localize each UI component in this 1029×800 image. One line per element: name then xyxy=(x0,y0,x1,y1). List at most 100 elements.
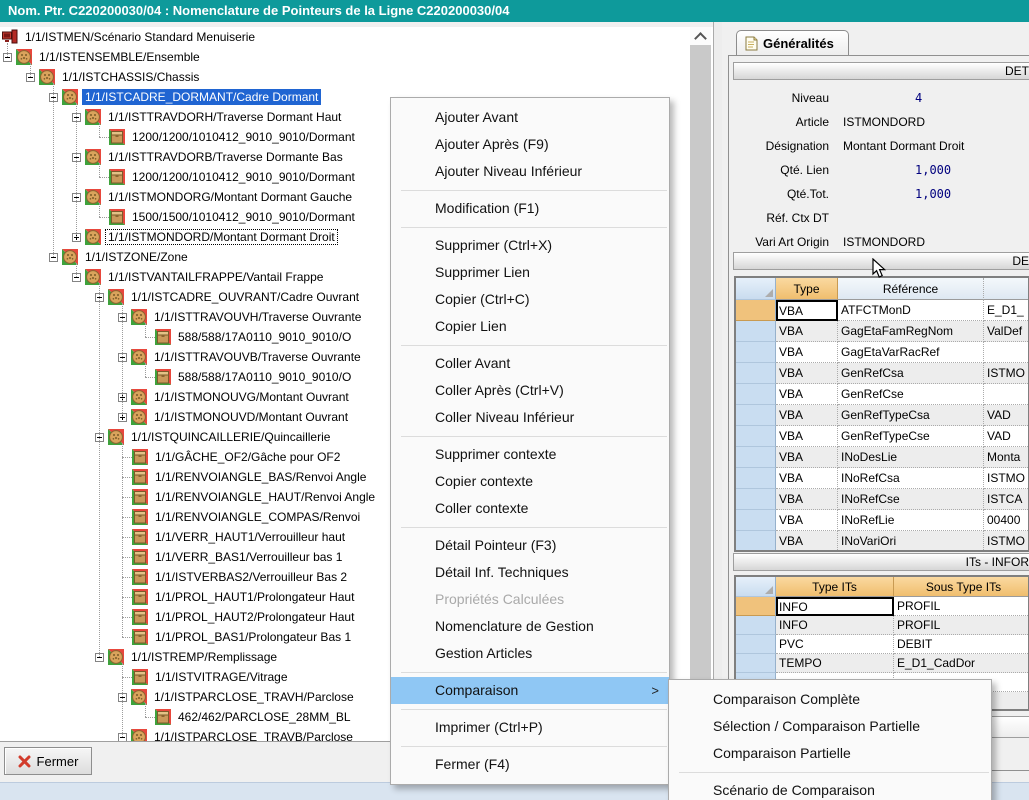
tree-item-label[interactable]: 1/1/ISTCHASSIS/Chassis xyxy=(59,69,202,85)
tree-item-label[interactable]: 1/1/ISTVANTAILFRAPPE/Vantail Frappe xyxy=(105,269,326,285)
tree-row[interactable]: 1/1/ISTQUINCAILLERIE/Quincaillerie xyxy=(95,427,333,447)
tree-row[interactable]: 1/1/ISTPARCLOSE_TRAVB/Parclose xyxy=(118,727,356,742)
tree-item-label[interactable]: 462/462/PARCLOSE_28MM_BL xyxy=(175,709,354,725)
row-selector-cell[interactable] xyxy=(736,342,776,363)
grid-cell[interactable]: ISTCA xyxy=(984,489,1029,510)
context-menu-item[interactable]: Coller contexte xyxy=(391,495,669,522)
tree-scrollbar[interactable] xyxy=(690,27,711,741)
tree-item-label[interactable]: 588/588/17A0110_9010_9010/O xyxy=(175,369,354,385)
tree-item-label[interactable]: 1200/1200/1010412_9010_9010/Dormant xyxy=(129,169,358,185)
row-selector-cell[interactable] xyxy=(736,426,776,447)
grid-cell[interactable]: VAD xyxy=(984,405,1029,426)
tree-item-label[interactable]: 1/1/ISTCADRE_DORMANT/Cadre Dormant xyxy=(82,89,321,105)
tree-row[interactable]: 1/1/ISTVANTAILFRAPPE/Vantail Frappe xyxy=(72,267,326,287)
tree-item-label[interactable]: 1/1/VERR_HAUT1/Verrouilleur haut xyxy=(152,529,348,545)
tree-row[interactable]: 1/1/ISTTRAVDORH/Traverse Dormant Haut xyxy=(72,107,344,127)
grid-cell[interactable]: GenRefCse xyxy=(838,384,984,405)
grid-row[interactable]: VBAGenRefTypeCseVAD xyxy=(736,426,1028,447)
tree-item-label[interactable]: 1/1/VERR_BAS1/Verrouilleur bas 1 xyxy=(152,549,345,565)
tree-row[interactable]: 1/1/ISTTRAVOUVB/Traverse Ouvrante xyxy=(118,347,364,367)
field-value[interactable]: 1,000 xyxy=(915,187,951,201)
tree-item-label[interactable]: 1/1/PROL_HAUT2/Prolongateur Haut xyxy=(152,609,357,625)
grid-cell[interactable]: TEMPO xyxy=(776,654,894,673)
context-menu-item[interactable]: Comparaison> xyxy=(391,677,669,704)
submenu-item[interactable]: Sélection / Comparaison Partielle xyxy=(669,713,991,740)
row-selector-cell[interactable] xyxy=(736,405,776,426)
context-menu-item[interactable]: Copier contexte xyxy=(391,468,669,495)
grid-cell[interactable]: E_D1_ xyxy=(984,300,1029,321)
grid-cell[interactable]: ISTMO xyxy=(984,363,1029,384)
grid-cell[interactable]: INoVariOri xyxy=(838,531,984,552)
tree-row[interactable]: 1/1/ISTENSEMBLE/Ensemble xyxy=(3,47,203,67)
tree-row[interactable]: 1/1/RENVOIANGLE_COMPAS/Renvoi xyxy=(132,507,363,527)
row-selector-cell[interactable] xyxy=(736,531,776,552)
grid-cell[interactable]: INFO xyxy=(776,597,894,616)
pointer-variables-grid[interactable]: TypeRéférenceVBAATFCTMonDE_D1_VBAGagEtaF… xyxy=(734,276,1029,552)
context-menu-item[interactable]: Gestion Articles xyxy=(391,640,669,667)
tree-row[interactable]: 1/1/PROL_HAUT2/Prolongateur Haut xyxy=(132,607,357,627)
grid-cell[interactable]: INoDesLie xyxy=(838,447,984,468)
tree-row[interactable]: 1/1/ISTVITRAGE/Vitrage xyxy=(132,667,291,687)
tree-row[interactable]: 1/1/RENVOIANGLE_HAUT/Renvoi Angle xyxy=(132,487,378,507)
tree-row[interactable]: 1/1/ISTVERBAS2/Verrouilleur Bas 2 xyxy=(132,567,350,587)
context-menu-item[interactable]: Nomenclature de Gestion xyxy=(391,613,669,640)
tree-item-label[interactable]: 1/1/ISTPARCLOSE_TRAVH/Parclose xyxy=(151,689,357,705)
tree-row[interactable]: 1/1/RENVOIANGLE_BAS/Renvoi Angle xyxy=(132,467,369,487)
tree-row[interactable]: 588/588/17A0110_9010_9010/O xyxy=(155,327,354,347)
submenu-item[interactable]: Scénario de Comparaison xyxy=(669,777,991,800)
context-menu-item[interactable]: Coller Après (Ctrl+V) xyxy=(391,377,669,404)
tree-row[interactable]: 1/1/ISTMONOUVG/Montant Ouvrant xyxy=(118,387,352,407)
grid-cell[interactable]: ValDef xyxy=(984,321,1029,342)
grid-cell[interactable]: VBA xyxy=(776,489,838,510)
grid-cell[interactable]: ATFCTMonD xyxy=(838,300,984,321)
tab-generalites[interactable]: Généralités xyxy=(736,30,849,56)
column-header[interactable]: Type ITs xyxy=(776,577,894,597)
grid-cell[interactable]: INoRefLie xyxy=(838,510,984,531)
submenu-item[interactable]: Comparaison Complète xyxy=(669,686,991,713)
row-selector-cell[interactable] xyxy=(736,635,776,654)
grid-cell[interactable]: GagEtaFamRegNom xyxy=(838,321,984,342)
row-selector-cell[interactable] xyxy=(736,468,776,489)
tree-row[interactable]: 1/1/PROL_BAS1/Prolongateur Bas 1 xyxy=(132,627,354,647)
row-selector-cell[interactable] xyxy=(736,489,776,510)
row-selector-cell[interactable] xyxy=(736,597,776,616)
grid-cell[interactable]: VBA xyxy=(776,510,838,531)
row-selector-cell[interactable] xyxy=(736,616,776,635)
field-value[interactable]: Montant Dormant Droit xyxy=(843,139,964,153)
grid-row[interactable]: VBAATFCTMonDE_D1_ xyxy=(736,300,1028,321)
tree-item-label[interactable]: 1/1/GÂCHE_OF2/Gâche pour OF2 xyxy=(152,449,343,465)
field-value[interactable]: ISTMONDORD xyxy=(843,235,925,249)
tree-item-label[interactable]: 1/1/ISTVERBAS2/Verrouilleur Bas 2 xyxy=(152,569,350,585)
tree-row[interactable]: 1/1/ISTTRAVDORB/Traverse Dormante Bas xyxy=(72,147,346,167)
grid-row[interactable]: VBAGenRefCse xyxy=(736,384,1028,405)
tree-item-label[interactable]: 1/1/PROL_BAS1/Prolongateur Bas 1 xyxy=(152,629,354,645)
grid-row[interactable]: TEMPOE_D1_CadDor xyxy=(736,654,1028,673)
context-menu-item[interactable]: Ajouter Avant xyxy=(391,104,669,131)
grid-cell[interactable]: VBA xyxy=(776,531,838,552)
tree-row[interactable]: 1/1/ISTPARCLOSE_TRAVH/Parclose xyxy=(118,687,357,707)
context-menu-item[interactable]: Supprimer (Ctrl+X) xyxy=(391,232,669,259)
close-button[interactable]: Fermer xyxy=(4,747,92,775)
grid-cell[interactable]: GenRefCsa xyxy=(838,363,984,384)
tree-item-label[interactable]: 1/1/ISTENSEMBLE/Ensemble xyxy=(36,49,203,65)
grid-cell[interactable]: INoRefCsa xyxy=(838,468,984,489)
grid-row[interactable]: VBAGagEtaVarRacRef xyxy=(736,342,1028,363)
grid-cell[interactable]: VAD xyxy=(984,426,1029,447)
grid-cell[interactable]: VBA xyxy=(776,447,838,468)
tree-row[interactable]: 1500/1500/1010412_9010_9010/Dormant xyxy=(109,207,358,227)
tree-item-label[interactable]: 1/1/ISTVITRAGE/Vitrage xyxy=(152,669,291,685)
grid-cell[interactable]: E_D1_CadDor xyxy=(894,654,1029,673)
window-titlebar[interactable]: Nom. Ptr. C220200030/04 : Nomenclature d… xyxy=(0,0,1029,22)
grid-cell[interactable]: ISTMO xyxy=(984,531,1029,552)
tree-item-label[interactable]: 1/1/ISTCADRE_OUVRANT/Cadre Ouvrant xyxy=(128,289,362,305)
row-selector-cell[interactable] xyxy=(736,510,776,531)
tree-item-label[interactable]: 1/1/RENVOIANGLE_COMPAS/Renvoi xyxy=(152,509,363,525)
context-menu-item[interactable]: Copier Lien xyxy=(391,313,669,340)
field-value[interactable]: ISTMONDORD xyxy=(843,115,925,129)
grid-row[interactable]: VBAGagEtaFamRegNomValDef xyxy=(736,321,1028,342)
context-menu-item[interactable]: Détail Inf. Techniques xyxy=(391,559,669,586)
field-value[interactable]: 4 xyxy=(915,91,922,105)
grid-row[interactable]: VBAGenRefCsaISTMO xyxy=(736,363,1028,384)
grid-cell[interactable]: Monta xyxy=(984,447,1029,468)
grid-cell[interactable]: PROFIL xyxy=(894,597,1029,616)
